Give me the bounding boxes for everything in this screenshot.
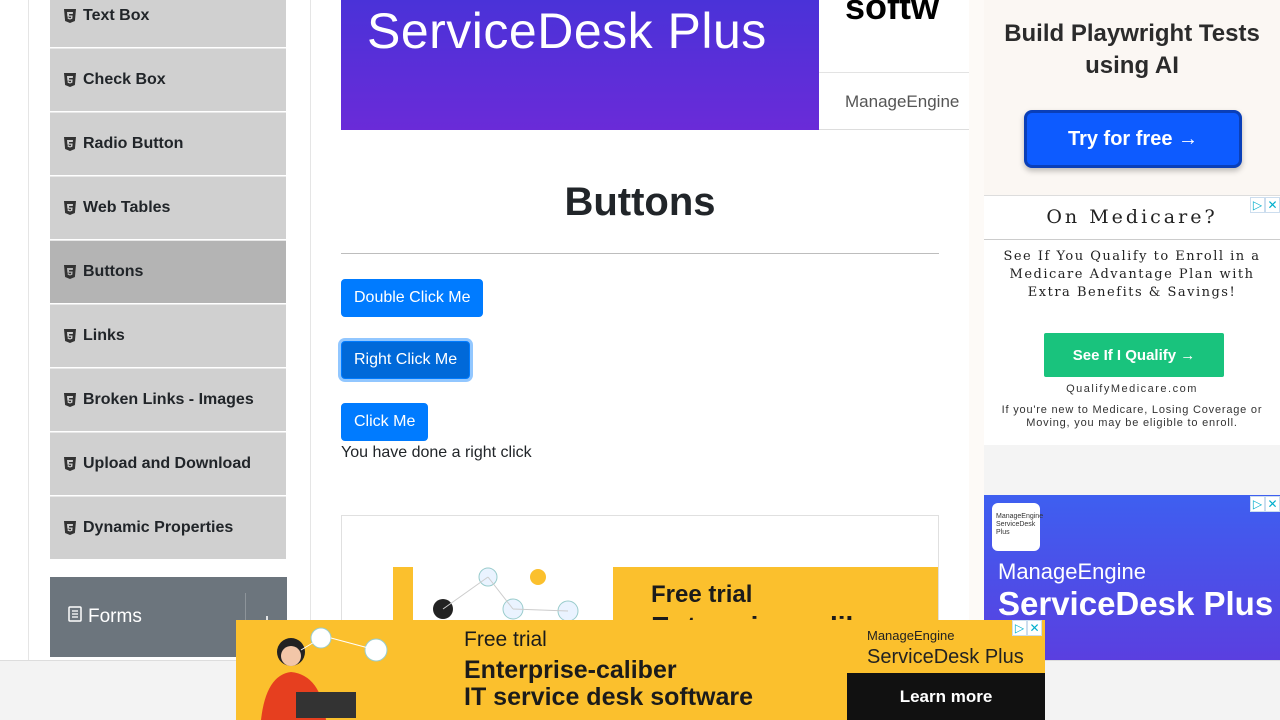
ad-url: QualifyMedicare.com bbox=[1066, 383, 1198, 395]
ad-spacer bbox=[984, 445, 1280, 495]
sidebar-item-radio-button[interactable]: Radio Button bbox=[50, 112, 286, 176]
sidebar-item-label: Dynamic Properties bbox=[83, 519, 234, 536]
sidebar-item-text-box[interactable]: Text Box bbox=[50, 0, 286, 48]
bottom-ad-product: ServiceDesk Plus bbox=[867, 646, 1024, 668]
top-ad-banner-right[interactable]: softw ManageEngine bbox=[819, 0, 969, 130]
logo-line1: ManageEngine bbox=[996, 513, 1044, 520]
sidebar-item-links[interactable]: Links bbox=[50, 304, 286, 368]
right-click-button[interactable]: Right Click Me bbox=[341, 341, 471, 379]
list-icon bbox=[68, 606, 82, 628]
divider bbox=[819, 72, 969, 73]
try-for-free-button[interactable]: Try for free → bbox=[1024, 110, 1242, 168]
divider bbox=[984, 239, 1280, 240]
banner-headline: softw bbox=[845, 0, 939, 27]
html5-icon bbox=[64, 265, 76, 279]
double-click-button[interactable]: Double Click Me bbox=[341, 279, 484, 317]
click-me-button[interactable]: Click Me bbox=[341, 403, 429, 441]
sidebar-item-web-tables[interactable]: Web Tables bbox=[50, 176, 286, 240]
html5-icon bbox=[64, 73, 76, 87]
ad-playwright[interactable]: Build Playwright Tests using AI Try for … bbox=[984, 0, 1280, 195]
adchoices-icon[interactable]: ▷ bbox=[1250, 496, 1265, 512]
ad-body: See If You Qualify to Enroll in a Medica… bbox=[1003, 249, 1261, 300]
sidebar-item-label: Broken Links - Images bbox=[83, 391, 254, 408]
sidebar-menu: Text Box Check Box Radio Button Web Tabl… bbox=[50, 0, 286, 560]
html5-icon bbox=[64, 201, 76, 215]
html5-icon bbox=[64, 137, 76, 151]
bottom-ad-line3: IT service desk software bbox=[464, 683, 754, 711]
ad-medicare[interactable]: ▷ ✕ On Medicare? See If You Qualify to E… bbox=[984, 195, 1280, 445]
page-title: Buttons bbox=[564, 180, 716, 224]
html5-icon bbox=[64, 457, 76, 471]
sidebar-item-label: Links bbox=[83, 327, 125, 344]
ad-brand: ManageEngine bbox=[998, 559, 1147, 584]
support-agent-illustration-icon bbox=[261, 627, 388, 720]
sidebar-item-label: Radio Button bbox=[83, 135, 184, 152]
bottom-ad[interactable]: ▷ ✕ Free trial Enterprise-caliber IT ser… bbox=[236, 620, 1045, 720]
servicedesk-logo: ManageEngine ServiceDesk Plus bbox=[992, 503, 1044, 551]
bottom-ad-line1: Free trial bbox=[464, 628, 547, 651]
adchoices-icon[interactable]: ▷ bbox=[1012, 620, 1027, 636]
html5-icon bbox=[64, 393, 76, 407]
sidebar-item-upload-download[interactable]: Upload and Download bbox=[50, 432, 286, 496]
close-icon[interactable]: ✕ bbox=[1027, 620, 1042, 636]
ad-product: ServiceDesk Plus bbox=[998, 585, 1274, 622]
sidebar-item-label: Upload and Download bbox=[83, 455, 251, 472]
html5-icon bbox=[64, 521, 76, 535]
learn-more-button[interactable]: Learn more bbox=[847, 673, 1045, 720]
inline-ad-line1: Free trial bbox=[651, 581, 753, 608]
banner-text: ServiceDesk Plus bbox=[367, 3, 767, 59]
html5-icon bbox=[64, 329, 76, 343]
adchoices[interactable]: ▷ ✕ bbox=[1012, 620, 1042, 636]
group-header[interactable]: Forms bbox=[50, 606, 245, 628]
ad-headline: On Medicare? bbox=[1046, 206, 1218, 228]
see-if-i-qualify-button[interactable]: See If I Qualify → bbox=[1044, 333, 1224, 377]
sidebar-item-label: Text Box bbox=[83, 7, 150, 24]
bottom-ad-brand: ManageEngine bbox=[867, 628, 955, 643]
right-click-message: You have done a right click bbox=[341, 444, 532, 461]
html5-icon bbox=[64, 9, 76, 23]
adchoices[interactable]: ▷ ✕ bbox=[1250, 496, 1280, 512]
close-icon[interactable]: ✕ bbox=[1265, 496, 1280, 512]
bottom-ad-line2: Enterprise-caliber bbox=[464, 656, 677, 684]
sidebar-item-label: Check Box bbox=[83, 71, 166, 88]
sidebar-item-label: Web Tables bbox=[83, 199, 171, 216]
sidebar-item-buttons[interactable]: Buttons bbox=[50, 240, 286, 304]
sidebar-item-dynamic-properties[interactable]: Dynamic Properties bbox=[50, 496, 286, 560]
group-label: Forms bbox=[88, 606, 142, 627]
ad-fine-print: If you're new to Medicare, Losing Covera… bbox=[1001, 404, 1263, 429]
sidebar-item-label: Buttons bbox=[83, 263, 144, 280]
network-illustration-icon bbox=[413, 567, 613, 627]
banner-brand: ManageEngine bbox=[845, 92, 960, 111]
page: Text Box Check Box Radio Button Web Tabl… bbox=[0, 0, 1280, 720]
sidebar-item-broken-links[interactable]: Broken Links - Images bbox=[50, 368, 286, 432]
ad-headline: Build Playwright Tests using AI bbox=[1004, 20, 1260, 79]
title-divider bbox=[341, 253, 939, 254]
sidebar-item-check-box[interactable]: Check Box bbox=[50, 48, 286, 112]
top-ad-banner[interactable]: ServiceDesk Plus bbox=[341, 0, 819, 130]
logo-line2: ServiceDesk Plus bbox=[996, 521, 1036, 536]
